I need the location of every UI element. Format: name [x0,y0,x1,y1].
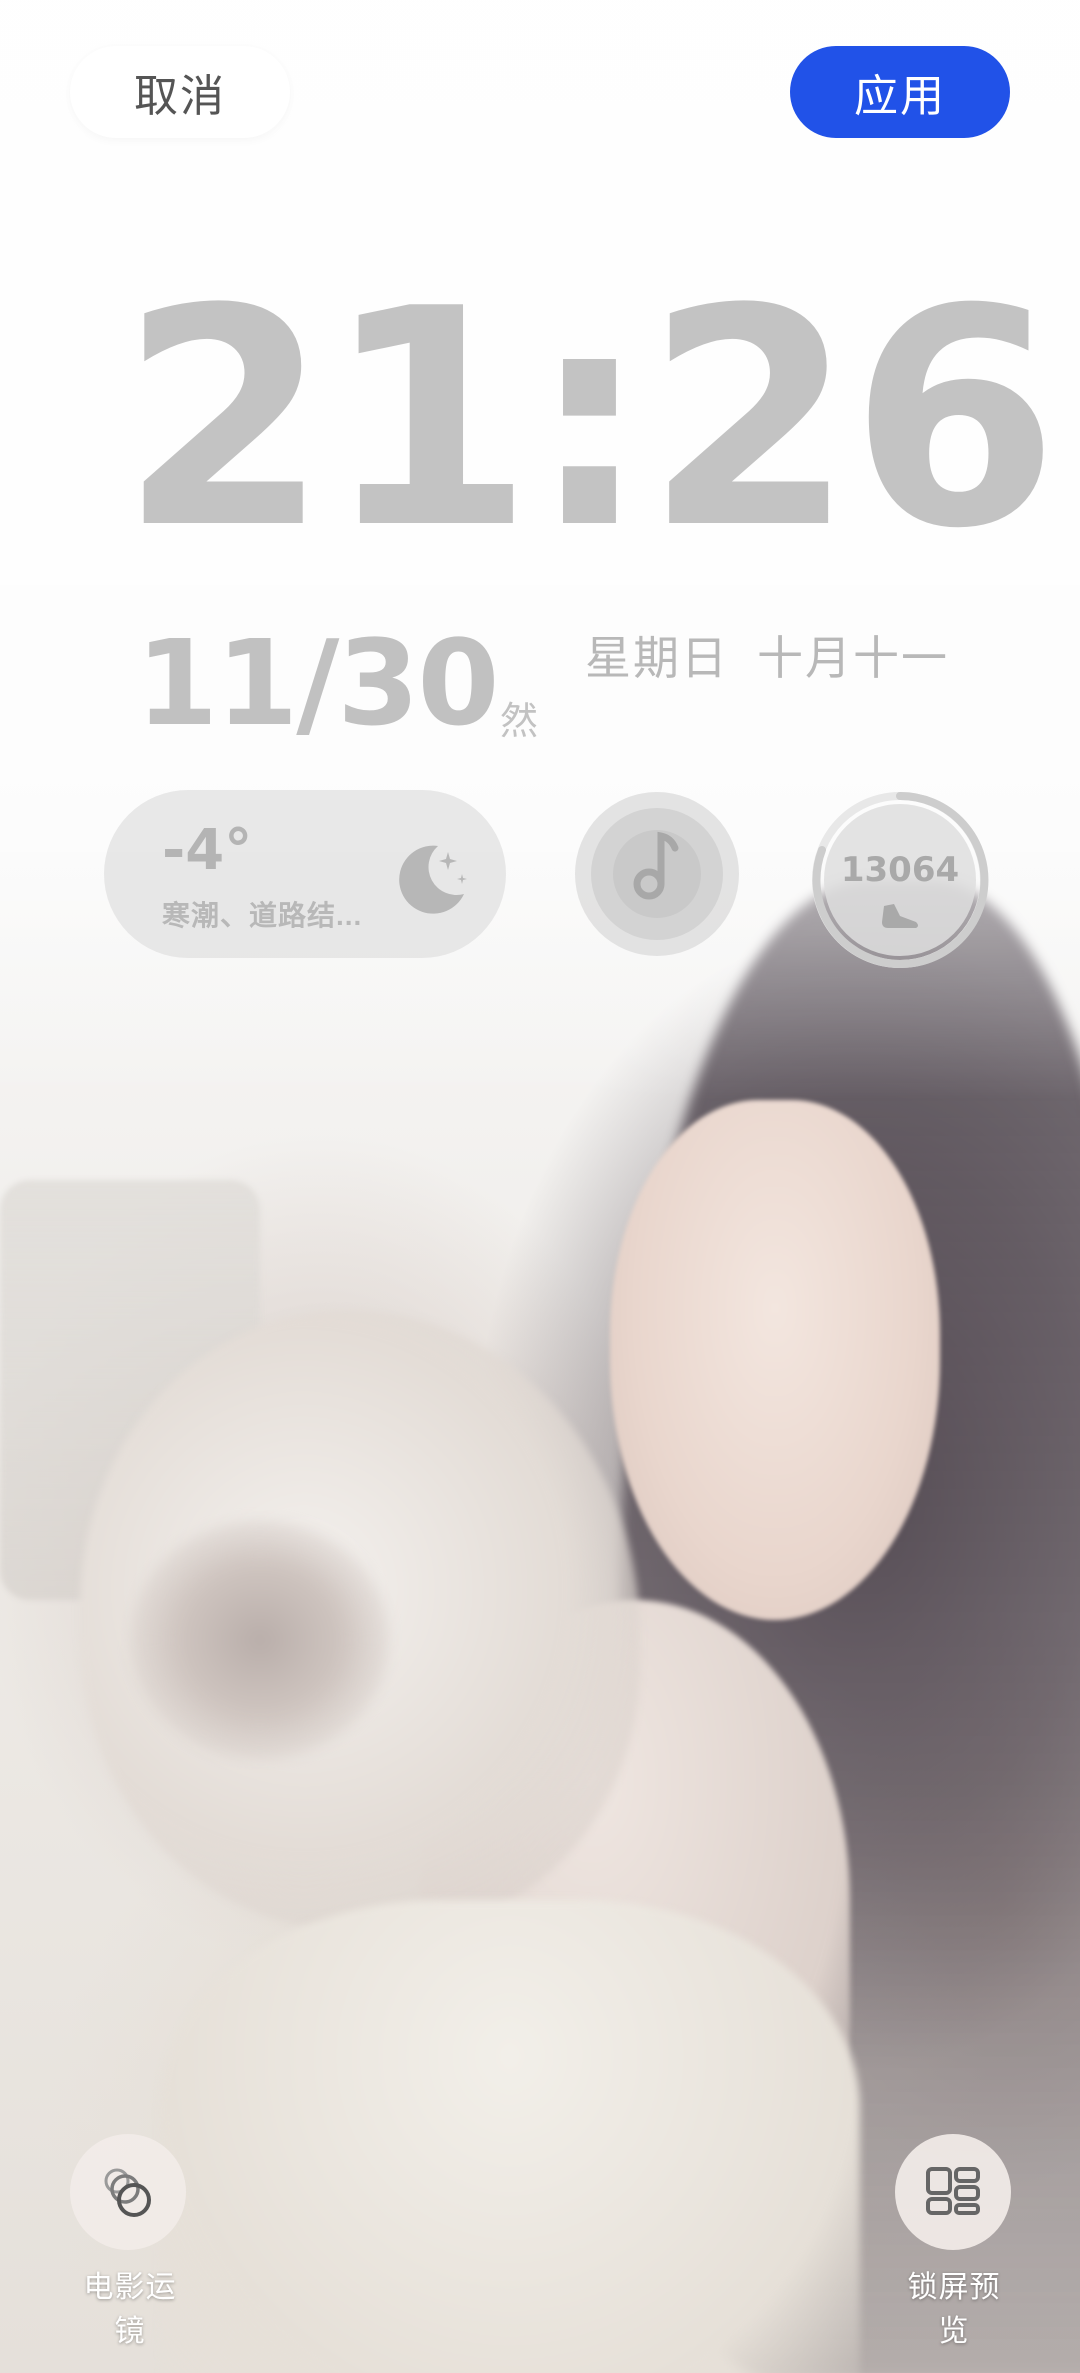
lockscreen-clock[interactable]: 21:26 [120,270,1059,570]
wallpaper-dress [160,1900,860,2373]
wallpaper-face [610,1100,940,1620]
apply-button[interactable]: 应用 [790,46,1010,138]
lockscreen-date-info: 星期日 十月十一 [585,622,949,688]
lockscreen-preview-button[interactable] [895,2134,1011,2250]
music-note-icon [591,808,723,940]
date-fragment-text: 然 [500,701,539,743]
layout-grid-icon [926,2167,980,2215]
steps-widget[interactable]: 13064 [810,790,990,970]
music-widget[interactable] [575,792,739,956]
cancel-button[interactable]: 取消 [70,46,290,138]
cinematic-motion-button[interactable] [70,2134,186,2250]
steps-count: 13064 [840,850,960,890]
cinematic-motion-label: 电影运镜 [83,2271,177,2348]
lockscreen-date[interactable]: 11/30 [136,618,500,748]
shoe-icon [882,904,918,928]
lockscreen-preview-label: 锁屏预览 [907,2271,1001,2348]
weekday-label: 星期日 [585,632,729,684]
weather-description: 寒潮、道路结... [162,900,363,931]
weather-widget[interactable]: -4° 寒潮、道路结... [104,790,506,958]
wallpaper-cat-face [130,1520,390,1760]
weather-temperature: -4° [162,818,253,883]
cinematic-motion-icon [104,2168,151,2217]
lunar-date-label: 十月十一 [757,632,949,684]
moon-stars-icon [399,845,467,914]
